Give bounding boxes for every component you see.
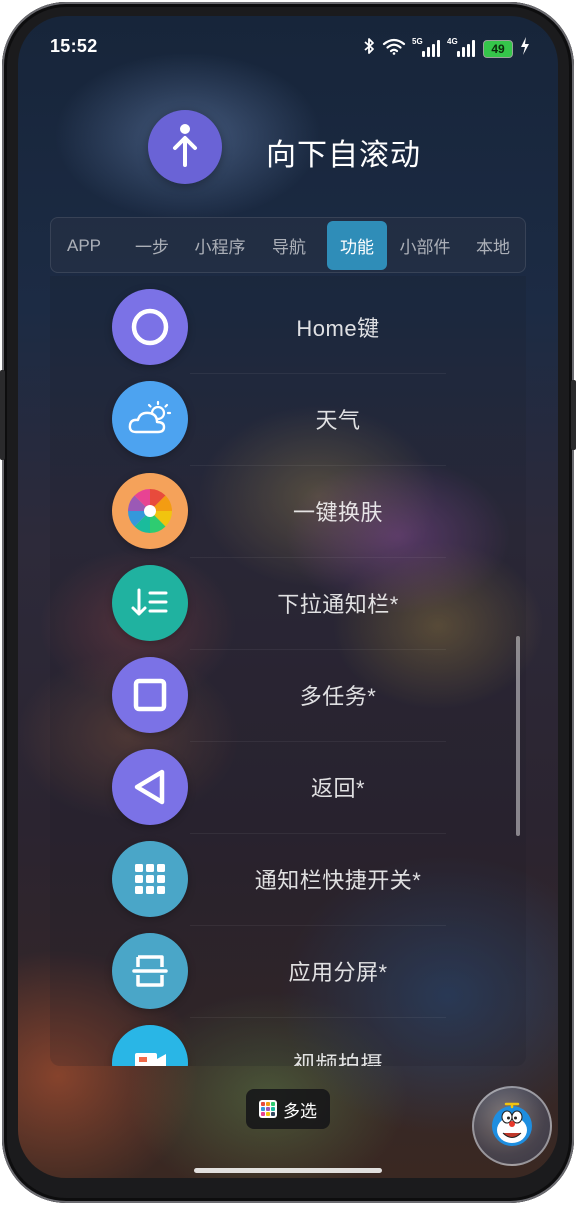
status-icons: 5G 4G 49 [363, 37, 530, 60]
multi-select-button[interactable]: 多选 [246, 1089, 330, 1129]
tab-label: 功能 [340, 238, 374, 257]
list-item-label: 应用分屏* [288, 960, 388, 985]
battery-icon: 49 [483, 39, 513, 58]
list-scrollbar[interactable] [516, 636, 520, 836]
tab-local[interactable]: 本地 [463, 221, 523, 270]
tab-label: 本地 [476, 238, 510, 257]
home-indicator[interactable] [194, 1168, 382, 1173]
status-bar: 15:52 5G 4G 49 [18, 16, 558, 76]
function-list[interactable]: Home键 天气 一键换肤 下拉通知栏* 多任务* 返回* 通知栏快捷开关* 应… [50, 276, 526, 1066]
multi-select-label: 多选 [283, 1101, 317, 1121]
weather-icon [112, 381, 188, 457]
list-item-label: 一键换肤 [292, 500, 383, 525]
signal-4g-icon: 4G [447, 37, 476, 57]
list-item-back[interactable]: 返回* [50, 741, 526, 833]
page-title: 向下自滚动 [266, 139, 421, 172]
tab-label: 导航 [272, 238, 306, 257]
list-item-weather[interactable]: 天气 [50, 373, 526, 465]
tab-label: APP [66, 235, 102, 255]
bluetooth-icon [363, 37, 375, 60]
tab-navigation[interactable]: 导航 [259, 221, 319, 270]
charging-icon [520, 37, 530, 60]
scroll-up-button[interactable] [148, 110, 222, 184]
split-screen-icon [112, 933, 188, 1009]
list-item-split-screen[interactable]: 应用分屏* [50, 925, 526, 1017]
tab-label: 小程序 [194, 238, 246, 257]
power-button [571, 380, 576, 450]
list-item-label: Home键 [296, 316, 380, 341]
list-item-label: 多任务* [299, 684, 377, 709]
quick-toggles-grid-icon [112, 841, 188, 917]
tab-mini-program[interactable]: 小程序 [187, 221, 253, 270]
status-time: 15:52 [50, 36, 98, 56]
tab-label: 一步 [135, 238, 169, 257]
back-triangle-icon [112, 749, 188, 825]
tab-label: 小部件 [399, 238, 451, 257]
signal-5g-icon: 5G [412, 37, 441, 57]
doraemon-avatar-icon [484, 1096, 540, 1157]
list-item-label: 下拉通知栏* [277, 592, 399, 617]
wifi-icon [382, 37, 406, 60]
list-item-multitask[interactable]: 多任务* [50, 649, 526, 741]
list-item-quick-toggles[interactable]: 通知栏快捷开关* [50, 833, 526, 925]
multi-select-grid-icon [259, 1100, 277, 1118]
category-tab-bar: APP 一步 小程序 导航 功能 小部件 本地 [50, 217, 526, 273]
home-circle-icon [112, 289, 188, 365]
header: 向下自滚动 [18, 108, 558, 188]
list-item-home-key[interactable]: Home键 [50, 281, 526, 373]
tab-app[interactable]: APP [55, 221, 113, 270]
notification-pull-icon [112, 565, 188, 641]
list-item-video-capture[interactable]: 视频拍摄 [50, 1017, 526, 1066]
video-camera-icon [112, 1025, 188, 1066]
list-item-label: 视频拍摄 [292, 1052, 383, 1066]
arrow-up-icon [168, 123, 202, 172]
list-item-skin-switch[interactable]: 一键换肤 [50, 465, 526, 557]
screen: 15:52 5G 4G 49 向下自滚动 APP 一步 小程序 导航 功能 小部… [18, 16, 558, 1178]
list-item-label: 通知栏快捷开关* [254, 868, 422, 893]
list-item-pull-notification[interactable]: 下拉通知栏* [50, 557, 526, 649]
tab-functions[interactable]: 功能 [327, 221, 387, 270]
volume-button [0, 370, 5, 460]
list-item-label: 天气 [315, 408, 361, 433]
tab-widgets[interactable]: 小部件 [391, 221, 459, 270]
multitask-square-icon [112, 657, 188, 733]
list-item-label: 返回* [310, 776, 366, 801]
tab-one-step[interactable]: 一步 [121, 221, 183, 270]
skin-pinwheel-icon [112, 473, 188, 549]
floating-assistant-button[interactable] [472, 1086, 552, 1166]
